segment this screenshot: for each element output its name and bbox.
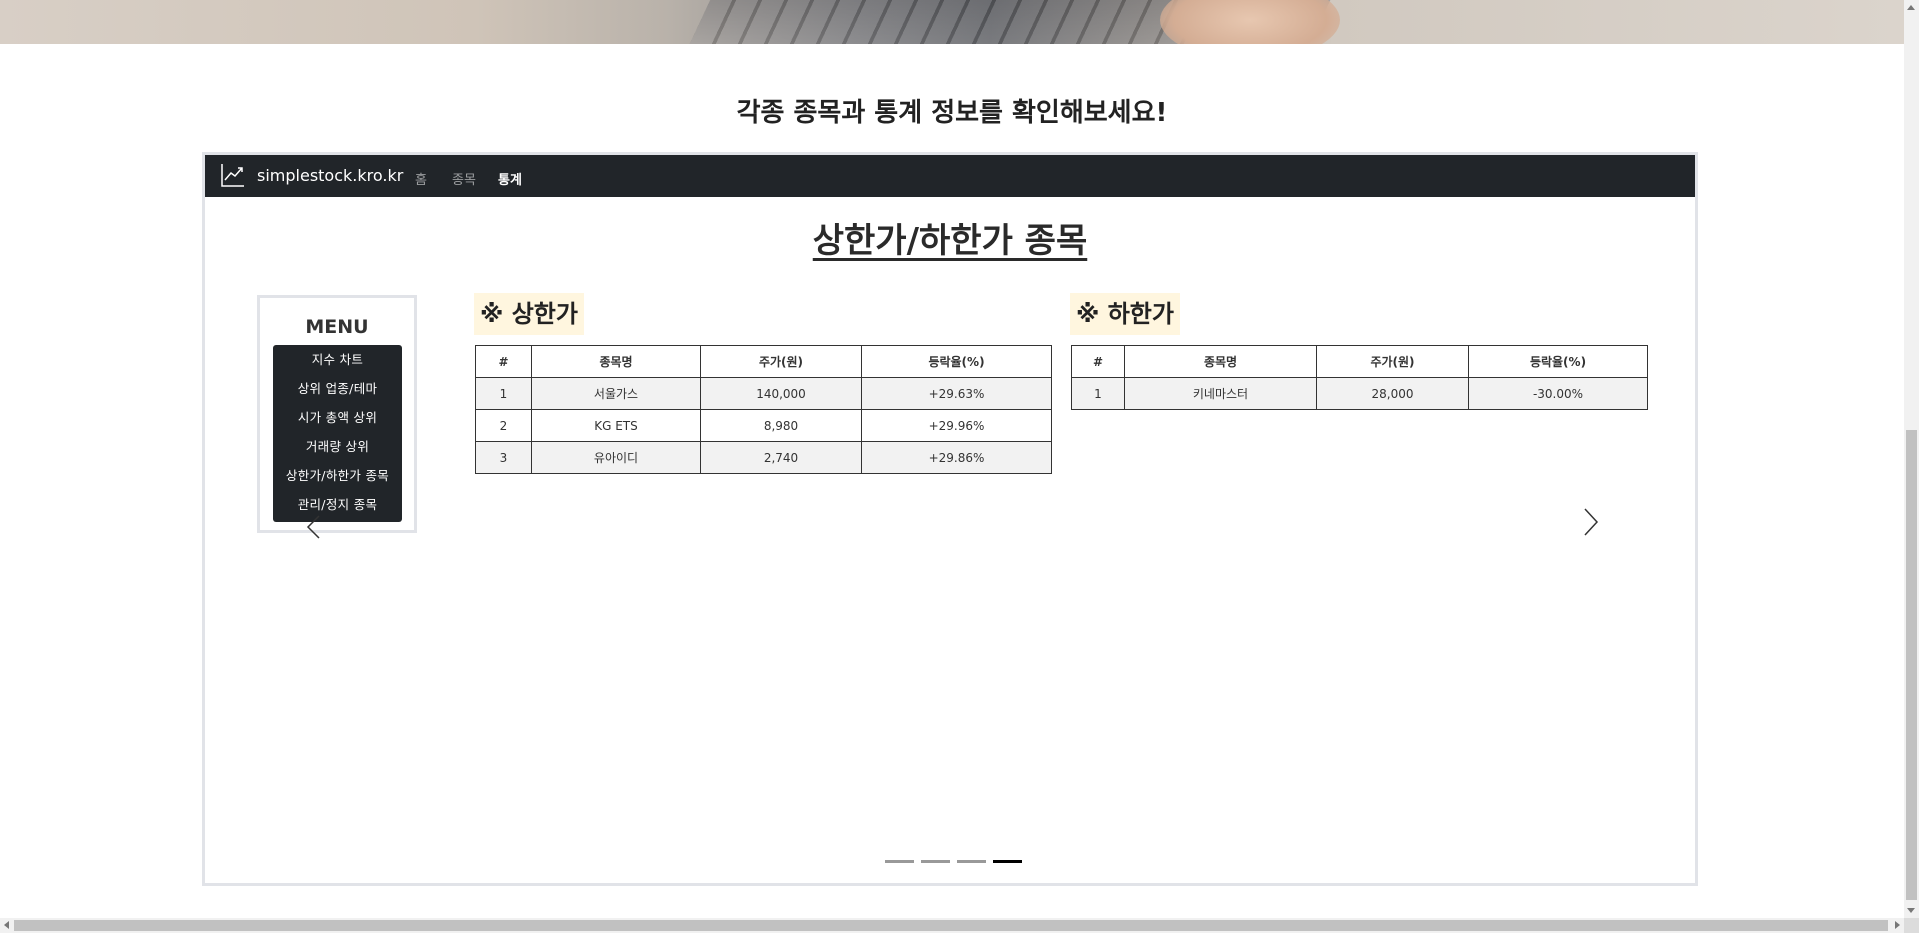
hand-image: [1160, 0, 1340, 44]
carousel-frame: simplestock.kro.kr 홈 종목 통계 상한가/하한가 종목 ME…: [202, 152, 1698, 886]
navbar-brand[interactable]: simplestock.kro.kr: [257, 166, 403, 185]
table-row: 3 유아이디 2,740 +29.86%: [475, 441, 1052, 474]
vertical-scrollbar[interactable]: [1904, 0, 1919, 918]
side-menu: MENU 지수 차트 상위 업종/테마 시가 총액 상위 거래량 상위 상한가/…: [257, 295, 417, 533]
table-header-row: # 종목명 주가(원) 등락율(%): [475, 345, 1052, 378]
nav-link-stocks[interactable]: 종목: [452, 169, 476, 188]
cell-price: 2,740: [700, 441, 862, 474]
horizontal-scrollbar[interactable]: [0, 918, 1904, 933]
table-header-row: # 종목명 주가(원) 등락율(%): [1071, 345, 1648, 378]
cell-rank: 2: [475, 409, 532, 442]
navbar: simplestock.kro.kr 홈 종목 통계: [205, 155, 1695, 197]
cell-price: 140,000: [700, 377, 862, 410]
carousel-indicators: [885, 860, 1022, 863]
scroll-up-icon[interactable]: [1907, 5, 1915, 10]
col-header-rank: #: [1071, 345, 1125, 378]
scroll-left-icon[interactable]: [4, 921, 9, 929]
horizontal-scroll-thumb[interactable]: [14, 920, 1888, 931]
hero-banner-image: [0, 0, 1904, 44]
table-row: 2 KG ETS 8,980 +29.96%: [475, 409, 1052, 442]
menu-title: MENU: [305, 316, 369, 338]
page-heading: 상한가/하한가 종목: [812, 221, 1088, 261]
table-row: 1 서울가스 140,000 +29.63%: [475, 377, 1052, 410]
scrollbar-corner: [1904, 918, 1919, 933]
cell-rank: 3: [475, 441, 532, 474]
cell-change: -30.00%: [1468, 377, 1648, 410]
section-title: 각종 종목과 통계 정보를 확인해보세요!: [736, 98, 1168, 128]
lower-limit-label: ※ 하한가: [1070, 293, 1180, 335]
cell-name: 서울가스: [531, 377, 701, 410]
cell-name: 유아이디: [531, 441, 701, 474]
cell-change: +29.86%: [861, 441, 1052, 474]
carousel-indicator-4[interactable]: [993, 860, 1022, 863]
carousel-next-icon[interactable]: [1579, 505, 1603, 539]
cell-rank: 1: [475, 377, 532, 410]
menu-item-top-sectors[interactable]: 상위 업종/테마: [273, 376, 402, 405]
cell-name: KG ETS: [531, 409, 701, 442]
cell-name: 키네마스터: [1124, 377, 1317, 410]
col-header-change: 등락율(%): [861, 345, 1052, 378]
table-row: 1 키네마스터 28,000 -30.00%: [1071, 377, 1648, 410]
cell-price: 28,000: [1316, 377, 1469, 410]
upper-limit-label: ※ 상한가: [474, 293, 584, 335]
carousel-indicator-3[interactable]: [957, 860, 986, 863]
chart-trend-icon[interactable]: [221, 163, 245, 187]
menu-list: 지수 차트 상위 업종/테마 시가 총액 상위 거래량 상위 상한가/하한가 종…: [273, 345, 402, 522]
cell-price: 8,980: [700, 409, 862, 442]
nav-link-home[interactable]: 홈: [415, 169, 427, 188]
vertical-scroll-thumb[interactable]: [1906, 430, 1917, 900]
scroll-right-icon[interactable]: [1895, 921, 1900, 929]
menu-item-index-chart[interactable]: 지수 차트: [273, 347, 402, 376]
cell-change: +29.96%: [861, 409, 1052, 442]
nav-link-stats[interactable]: 통계: [498, 169, 522, 188]
carousel-indicator-1[interactable]: [885, 860, 914, 863]
menu-item-volume[interactable]: 거래량 상위: [273, 434, 402, 463]
col-header-price: 주가(원): [1316, 345, 1469, 378]
menu-item-limit-stocks[interactable]: 상한가/하한가 종목: [273, 463, 402, 492]
lower-limit-table: # 종목명 주가(원) 등락율(%) 1 키네마스터 28,000 -30.00…: [1071, 345, 1648, 410]
scroll-down-icon[interactable]: [1907, 908, 1915, 913]
carousel-indicator-2[interactable]: [921, 860, 950, 863]
col-header-rank: #: [475, 345, 532, 378]
menu-item-market-cap[interactable]: 시가 총액 상위: [273, 405, 402, 434]
col-header-change: 등락율(%): [1468, 345, 1648, 378]
cell-change: +29.63%: [861, 377, 1052, 410]
col-header-name: 종목명: [531, 345, 701, 378]
menu-item-managed-stocks[interactable]: 관리/정지 종목: [273, 492, 402, 521]
col-header-name: 종목명: [1124, 345, 1317, 378]
cell-rank: 1: [1071, 377, 1125, 410]
upper-limit-table: # 종목명 주가(원) 등락율(%) 1 서울가스 140,000 +29.63…: [475, 345, 1052, 474]
carousel-prev-icon[interactable]: [305, 512, 325, 542]
col-header-price: 주가(원): [700, 345, 862, 378]
